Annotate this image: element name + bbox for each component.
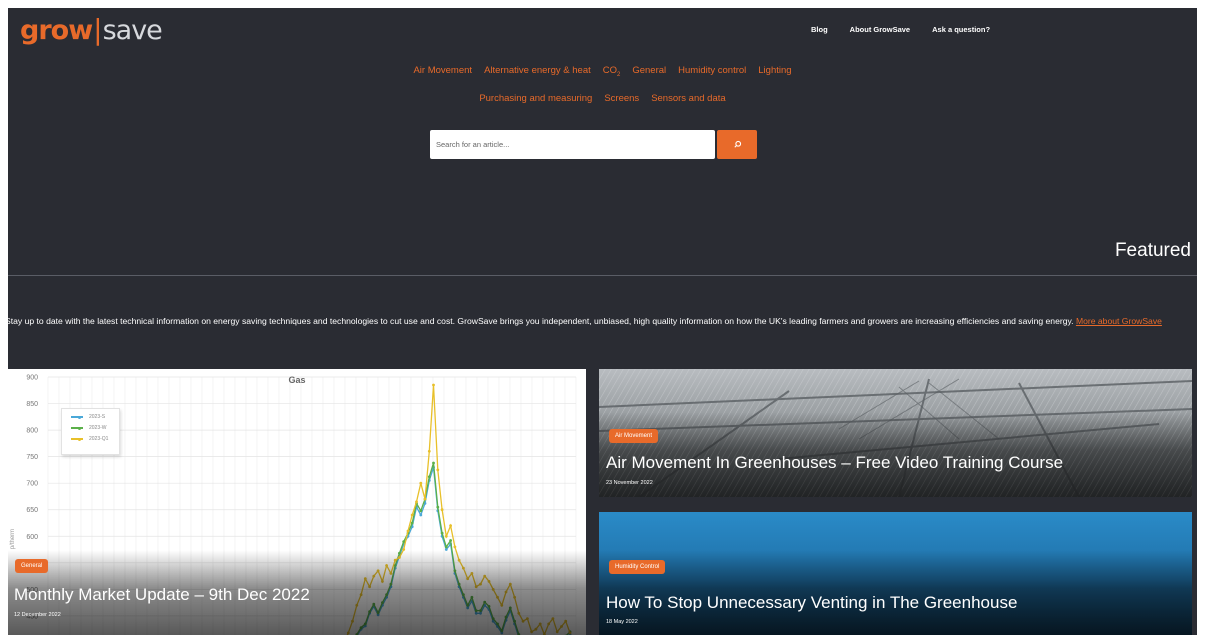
category-screens[interactable]: Screens bbox=[604, 93, 639, 104]
chart-legend: 2023-S 2023-W 2023-Q1 bbox=[61, 408, 120, 455]
category-humidity-control[interactable]: Humidity control bbox=[678, 65, 746, 78]
article-card-market-update[interactable]: 900850800750700650600550500450400Gasp/th… bbox=[8, 369, 586, 635]
article-title[interactable]: Air Movement In Greenhouses – Free Video… bbox=[606, 453, 1063, 473]
category-nav-row-1: Air Movement Alternative energy & heat C… bbox=[8, 65, 1197, 78]
legend-label: 2023-Q1 bbox=[89, 436, 109, 442]
data-point bbox=[427, 475, 431, 479]
growsave-logo[interactable]: grow | save bbox=[20, 13, 163, 46]
data-point bbox=[436, 468, 440, 472]
data-point bbox=[419, 481, 423, 485]
article-date: 23 November 2022 bbox=[606, 480, 653, 486]
category-badge[interactable]: Humidity Control bbox=[609, 560, 666, 574]
data-point bbox=[419, 513, 423, 517]
y-tick-label: 850 bbox=[26, 401, 38, 408]
category-badge[interactable]: Air Movement bbox=[609, 429, 659, 443]
legend-marker bbox=[78, 437, 81, 441]
data-point bbox=[410, 513, 414, 517]
category-co2-subscript: 2 bbox=[617, 71, 621, 78]
y-tick-label: 800 bbox=[26, 428, 38, 435]
category-alternative-energy[interactable]: Alternative energy & heat bbox=[484, 65, 591, 78]
nav-about-growsave[interactable]: About GrowSave bbox=[850, 25, 910, 34]
data-point bbox=[427, 449, 431, 453]
intro-text: Stay up to date with the latest technica… bbox=[8, 314, 1195, 329]
data-point bbox=[449, 524, 452, 528]
legend-swatch bbox=[71, 427, 83, 429]
logo-save: save bbox=[102, 15, 163, 46]
data-point bbox=[453, 545, 457, 549]
category-sensors[interactable]: Sensors and data bbox=[651, 93, 725, 104]
article-date: 12 December 2022 bbox=[14, 612, 61, 618]
y-tick-label: 900 bbox=[26, 375, 38, 382]
y-tick-label: 600 bbox=[26, 534, 38, 541]
data-point bbox=[415, 500, 418, 504]
logo-grow: grow bbox=[20, 15, 93, 46]
legend-marker bbox=[78, 426, 81, 430]
data-point bbox=[432, 383, 435, 387]
article-card-venting[interactable]: Humidity Control How To Stop Unnecessary… bbox=[599, 512, 1192, 635]
legend-label: 2023-S bbox=[89, 414, 106, 420]
legend-swatch bbox=[71, 416, 83, 418]
category-nav-row-2: Purchasing and measuring Screens Sensors… bbox=[8, 93, 1197, 104]
featured-heading: Featured bbox=[1114, 240, 1191, 261]
y-tick-label: 650 bbox=[26, 507, 38, 514]
nav-ask-question[interactable]: Ask a question? bbox=[932, 25, 990, 34]
data-point bbox=[449, 539, 452, 542]
data-point bbox=[440, 508, 444, 512]
more-about-link[interactable]: More about GrowSave bbox=[1076, 316, 1162, 326]
data-point bbox=[406, 529, 410, 533]
search-button[interactable] bbox=[717, 130, 757, 159]
y-tick-label: 750 bbox=[26, 454, 38, 461]
category-general[interactable]: General bbox=[632, 65, 666, 78]
data-point bbox=[436, 505, 440, 509]
data-point bbox=[410, 521, 414, 525]
category-lighting[interactable]: Lighting bbox=[758, 65, 791, 78]
category-badge[interactable]: General bbox=[15, 559, 49, 573]
legend-entry: 2023-Q1 bbox=[71, 436, 119, 442]
data-point bbox=[432, 461, 435, 465]
category-co2-label: CO bbox=[602, 65, 617, 76]
data-point bbox=[444, 534, 448, 538]
category-air-movement[interactable]: Air Movement bbox=[413, 65, 472, 78]
article-card-air-movement[interactable]: Air Movement Air Movement In Greenhouses… bbox=[599, 369, 1192, 497]
article-title[interactable]: Monthly Market Update – 9th Dec 2022 bbox=[14, 585, 310, 605]
data-point bbox=[419, 509, 423, 513]
intro-body: Stay up to date with the latest technica… bbox=[8, 315, 1074, 326]
data-point bbox=[444, 545, 448, 549]
legend-marker bbox=[78, 415, 81, 419]
section-divider bbox=[8, 275, 1197, 276]
y-tick-label: 700 bbox=[26, 481, 38, 488]
category-co2[interactable]: CO2 bbox=[603, 65, 621, 78]
nav-blog[interactable]: Blog bbox=[811, 25, 828, 34]
legend-entry: 2023-W bbox=[71, 425, 119, 431]
top-nav: Blog About GrowSave Ask a question? bbox=[811, 25, 990, 34]
legend-swatch bbox=[71, 438, 83, 440]
search-icon bbox=[733, 140, 741, 148]
article-date: 18 May 2022 bbox=[606, 619, 638, 625]
y-axis-label: p/therm bbox=[10, 529, 16, 549]
page-frame: grow | save Blog About GrowSave Ask a qu… bbox=[8, 8, 1197, 635]
data-point bbox=[423, 497, 427, 501]
article-title[interactable]: How To Stop Unnecessary Venting in The G… bbox=[606, 593, 1017, 613]
search-input[interactable]: Search for an article... bbox=[430, 130, 715, 159]
search-placeholder: Search for an article... bbox=[436, 140, 510, 149]
data-point bbox=[440, 531, 444, 535]
chart-title: Gas bbox=[288, 375, 305, 385]
legend-label: 2023-W bbox=[89, 425, 107, 431]
logo-separator: | bbox=[93, 13, 102, 46]
legend-entry: 2023-S bbox=[71, 414, 119, 420]
category-purchasing[interactable]: Purchasing and measuring bbox=[479, 93, 592, 104]
